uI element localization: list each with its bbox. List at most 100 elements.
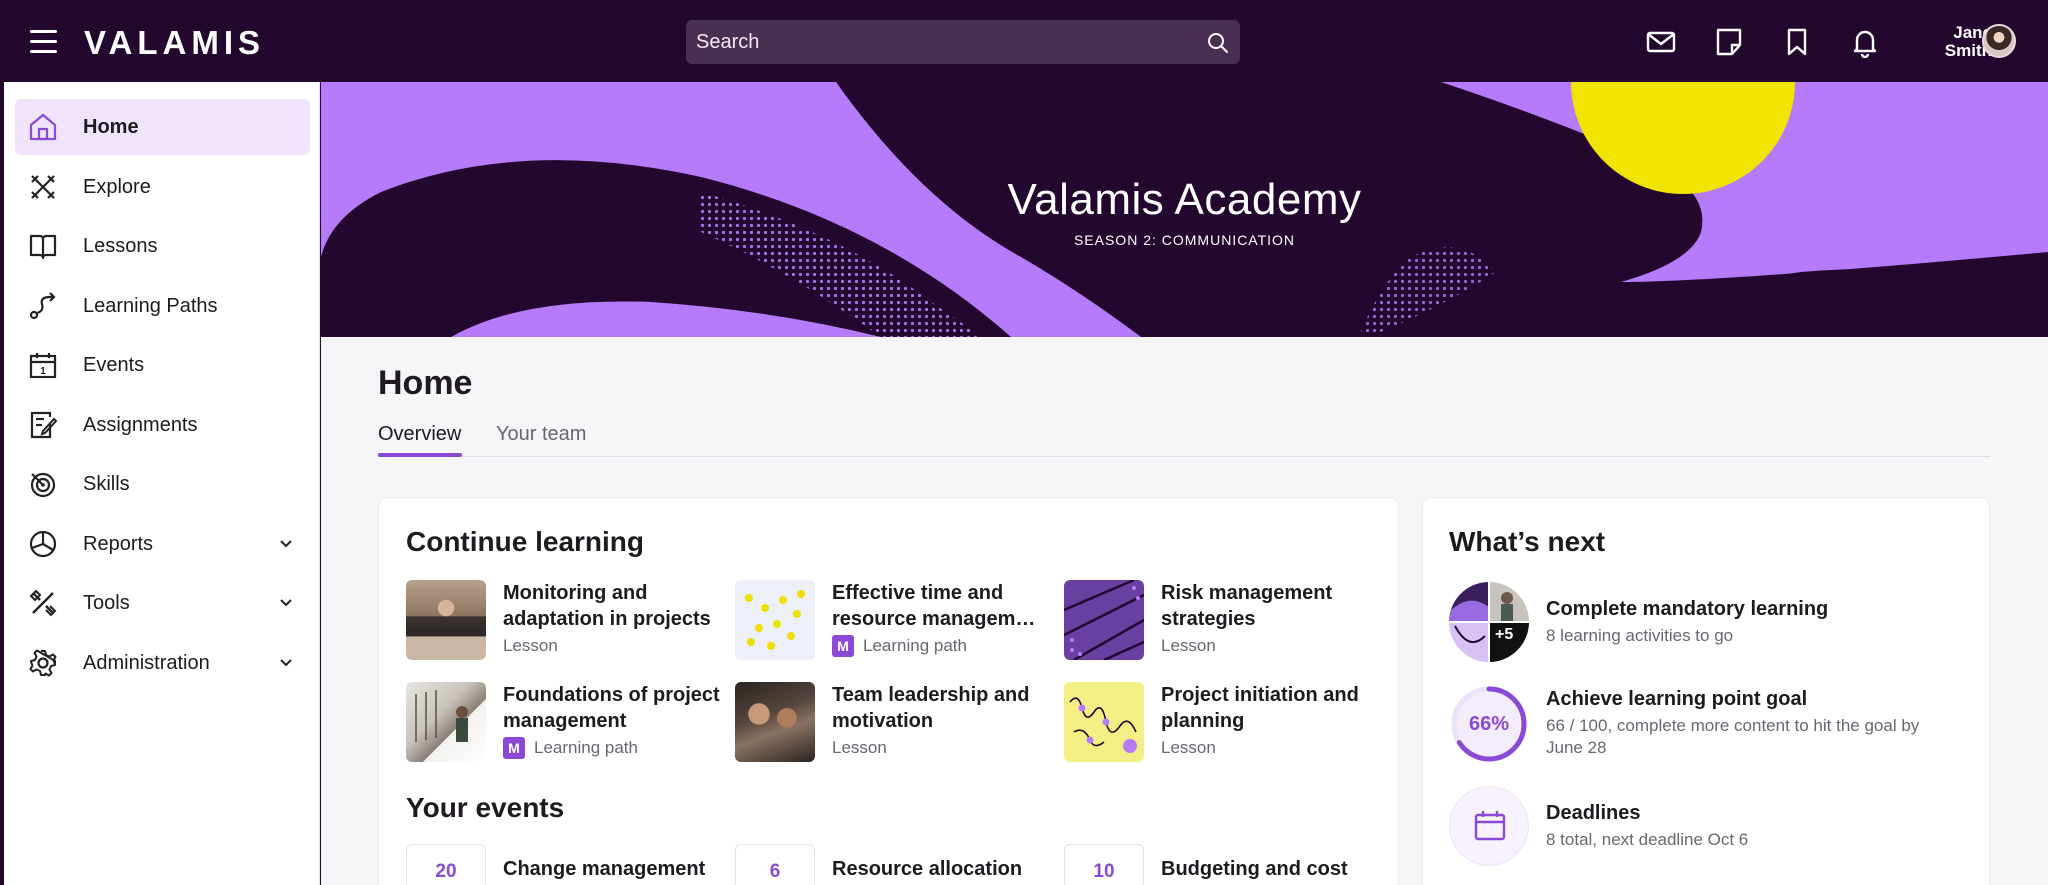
learning-path-badge: M — [832, 635, 854, 657]
next-item-points-goal[interactable]: 66% Achieve learning point goal 66 / 100… — [1449, 684, 1969, 768]
tab-overview[interactable]: Overview — [378, 423, 461, 446]
sidebar-item-label: Home — [83, 116, 139, 138]
chevron-down-icon[interactable] — [278, 595, 294, 611]
lines-artwork — [1064, 580, 1144, 660]
notes-icon[interactable] — [1713, 26, 1745, 58]
whats-next-title: What’s next — [1449, 526, 1606, 557]
course-thumbnail — [1064, 580, 1144, 660]
sidebar-item-label: Skills — [83, 473, 130, 495]
home-icon — [29, 113, 57, 141]
your-events-title: Your events — [406, 792, 565, 823]
next-item-mandatory[interactable]: +5 Complete mandatory learning 8 learnin… — [1449, 582, 1969, 666]
chevron-down-icon[interactable] — [278, 655, 294, 671]
sidebar-item-label: Events — [83, 354, 145, 376]
sidebar-item-label: Lessons — [83, 235, 158, 257]
banner-title: Valamis Academy — [1007, 175, 1362, 224]
academy-banner: Valamis Academy SEASON 2: COMMUNICATION — [321, 82, 2048, 337]
course-item[interactable]: Risk management strategies Lesson — [1064, 580, 1384, 662]
event-date: 10 — [1064, 844, 1144, 885]
course-item[interactable]: Effective time and resource managem… M L… — [735, 580, 1055, 662]
next-item-title: Achieve learning point goal — [1546, 688, 1808, 710]
tab-your-team[interactable]: Your team — [496, 423, 586, 446]
sidebar-item-home[interactable]: Home — [15, 99, 310, 155]
user-name[interactable]: Jane Smith — [1912, 24, 1992, 60]
sidebar-item-reports[interactable]: Reports — [15, 516, 310, 572]
course-item[interactable]: Monitoring and adaptation in projects Le… — [406, 580, 726, 662]
event-item[interactable]: 20 Change management — [406, 844, 726, 885]
course-title: Project initiation and planning — [1161, 684, 1359, 732]
course-type: Lesson — [1161, 738, 1216, 757]
course-thumbnail — [735, 682, 815, 762]
event-item[interactable]: 10 Budgeting and cost — [1064, 844, 1384, 885]
explore-icon — [31, 175, 55, 199]
course-item[interactable]: Foundations of project management M Lear… — [406, 682, 726, 764]
course-type: Lesson — [832, 738, 887, 757]
event-title: Resource allocation — [832, 858, 1023, 880]
bell-icon[interactable] — [1849, 26, 1881, 58]
chevron-down-icon[interactable] — [278, 536, 294, 552]
mandatory-collage: +5 — [1449, 582, 1529, 662]
target-icon — [30, 472, 56, 498]
sidebar-item-assignments[interactable]: Assignments — [15, 397, 310, 453]
tools-icon — [29, 589, 57, 617]
pie-chart-icon — [29, 530, 57, 558]
course-title: Team leadership and motivation — [832, 684, 1030, 732]
event-title: Budgeting and cost — [1161, 858, 1348, 880]
next-item-deadlines[interactable]: Deadlines 8 total, next deadline Oct 6 — [1449, 786, 1969, 870]
sidebar-item-learning-paths[interactable]: Learning Paths — [15, 278, 310, 334]
active-tab-indicator — [378, 453, 462, 457]
progress-ring: 66% — [1449, 684, 1529, 764]
avatar[interactable] — [1982, 24, 2016, 58]
calendar-icon: 1 — [29, 353, 57, 379]
whats-next-card: What’s next +5 Complete mandatory learni… — [1422, 497, 1990, 885]
book-icon — [29, 234, 57, 260]
next-item-title: Deadlines — [1546, 802, 1641, 824]
logo[interactable]: VALAMIS — [84, 24, 265, 62]
event-item[interactable]: 6 Resource allocation — [735, 844, 1055, 885]
event-date: 20 — [406, 844, 486, 885]
tab-bar: Overview Your team — [378, 415, 1990, 457]
sidebar-item-lessons[interactable]: Lessons — [15, 218, 310, 274]
menu-icon[interactable] — [30, 30, 57, 54]
sidebar-item-skills[interactable]: Skills — [15, 456, 310, 512]
sidebar-item-label: Tools — [83, 592, 130, 614]
bookmark-icon[interactable] — [1781, 26, 1813, 58]
sidebar-item-label: Reports — [83, 533, 154, 555]
mail-icon[interactable] — [1645, 26, 1677, 58]
search-input[interactable] — [696, 20, 1176, 64]
calendar-icon — [1474, 811, 1506, 841]
course-type: Learning path — [863, 636, 967, 655]
main-content: Valamis Academy SEASON 2: COMMUNICATION … — [321, 82, 2048, 885]
top-bar: VALAMIS JaneSmith — [0, 0, 2048, 82]
next-item-desc: 8 total, next deadline Oct 6 — [1546, 830, 1749, 849]
course-thumbnail — [406, 580, 486, 660]
learning-path-badge: M — [503, 737, 525, 759]
svg-text:1: 1 — [40, 366, 46, 377]
sidebar-item-tools[interactable]: Tools — [15, 575, 310, 631]
sidebar-item-label: Learning Paths — [83, 295, 218, 317]
deadlines-circle — [1449, 786, 1529, 866]
course-item[interactable]: Team leadership and motivation Lesson — [735, 682, 1055, 764]
sidebar-item-label: Administration — [83, 652, 210, 674]
course-item[interactable]: Project initiation and planning Lesson — [1064, 682, 1384, 764]
search-box[interactable] — [686, 20, 1240, 64]
gear-icon — [29, 649, 57, 677]
event-date: 6 — [735, 844, 815, 885]
next-item-title: Complete mandatory learning — [1546, 598, 1829, 620]
sidebar-item-explore[interactable]: Explore — [15, 159, 310, 215]
banner-subtitle: SEASON 2: COMMUNICATION — [1073, 232, 1296, 248]
collage-artwork — [1449, 582, 1529, 662]
next-item-desc: 66 / 100, complete more content to hit t… — [1546, 716, 1920, 757]
sidebar-item-events[interactable]: 1 Events — [15, 337, 310, 393]
course-type: Learning path — [534, 738, 638, 757]
continue-learning-card: Continue learning Monitoring and adaptat… — [378, 497, 1399, 885]
sidebar-item-administration[interactable]: Administration — [15, 635, 310, 691]
course-thumbnail — [406, 682, 486, 762]
next-item-desc: 8 learning activities to go — [1546, 626, 1734, 645]
page-title: Home — [378, 364, 473, 402]
whiteboard-artwork — [415, 690, 468, 742]
search-icon[interactable] — [1206, 31, 1230, 55]
course-thumbnail — [735, 580, 815, 660]
progress-percent: 66% — [1468, 713, 1510, 735]
course-title: Effective time and resource managem… — [832, 582, 1036, 630]
